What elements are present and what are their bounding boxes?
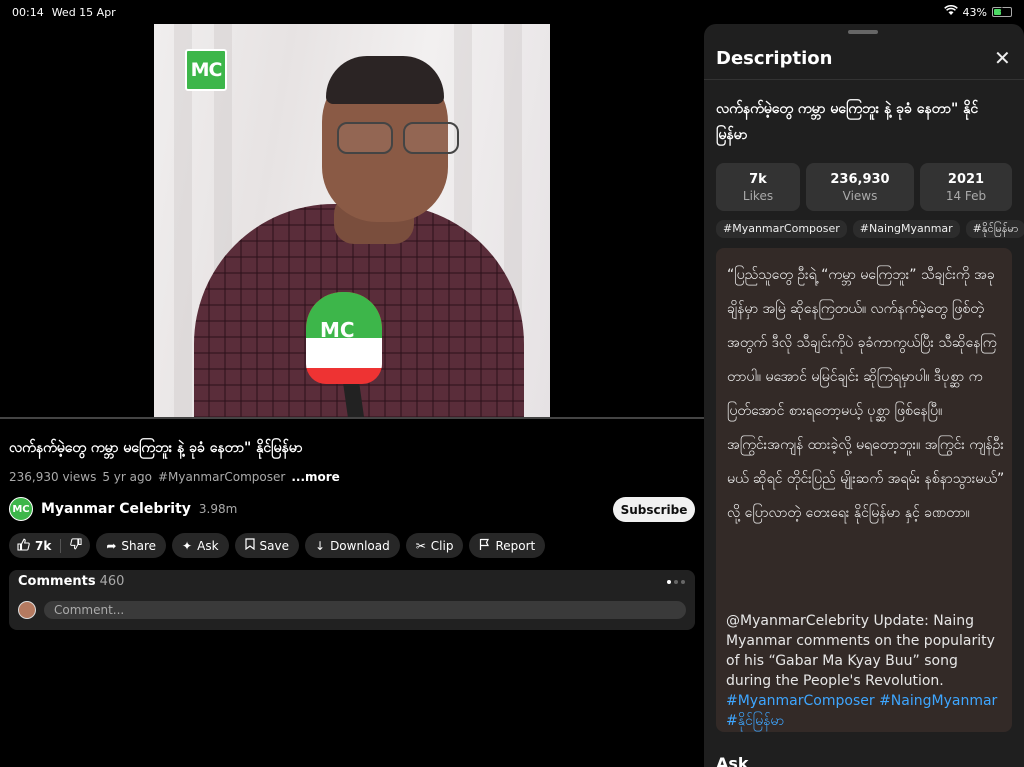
thumbs-down-icon[interactable] [70, 538, 82, 553]
more-button[interactable]: ...more [291, 470, 339, 484]
subscribe-button[interactable]: Subscribe [613, 497, 695, 522]
glasses [337, 122, 467, 156]
share-arrow-icon: ➦ [106, 538, 117, 553]
hashtag-chip[interactable]: #MyanmarComposer [716, 220, 847, 238]
video-title: လက်နက်မဲ့တွေ ကမ္ဘာ မကြေဘူး နဲ့ ခုခံ နေတာ… [9, 440, 303, 456]
description-body: “ပြည်သူတွေ ဦးရဲ့ “ကမ္ဘာ မကြေဘူး” သီချင်း… [716, 248, 1012, 732]
view-count: 236,930 views [9, 470, 97, 484]
clip-button[interactable]: ✂ Clip [405, 533, 464, 558]
panel-video-title: လက်နက်မဲ့တွေ ကမ္ဘာ မကြေဘူး နဲ့ ခုခံ နေတာ… [716, 101, 979, 143]
pagination-dots [667, 580, 685, 584]
save-button[interactable]: Save [234, 533, 299, 558]
hashtag-chip[interactable]: #နိုင်မြန်မာ [965, 220, 1024, 238]
likes-stat: 7k Likes [716, 163, 800, 211]
like-dislike-group: 7k [9, 533, 91, 558]
thumbs-up-icon[interactable] [17, 538, 30, 554]
channel-logo-watermark: MC [185, 49, 227, 91]
channel-avatar[interactable]: MC [9, 497, 33, 521]
video-frame: MC MC [154, 24, 550, 418]
ask-section-heading: Ask [716, 754, 749, 767]
drag-handle[interactable] [848, 30, 878, 34]
description-panel: Description ✕ လက်နက်မဲ့တွေ ကမ္ဘာ မကြေဘူး… [704, 24, 1024, 767]
comment-count: 460 [99, 574, 125, 589]
ask-button[interactable]: ✦ Ask [172, 533, 229, 558]
comment-input[interactable]: Comment... [44, 601, 686, 619]
battery-icon: ⚡ [992, 5, 1012, 17]
report-button[interactable]: Report [469, 533, 546, 558]
flag-icon [479, 538, 490, 553]
stats-row: 7k Likes 236,930 Views 2021 14 Feb [716, 163, 1012, 211]
close-icon[interactable]: ✕ [994, 46, 1011, 70]
wifi-icon [943, 4, 958, 19]
description-english: @MyanmarCelebrity Update: Naing Myanmar … [726, 613, 998, 729]
hashtag-link[interactable]: #MyanmarComposer [158, 470, 285, 484]
download-arrow-icon: ↓ [315, 538, 326, 553]
comments-header: Comments 460 [18, 574, 125, 589]
like-count[interactable]: 7k [35, 539, 51, 553]
subscriber-count: 3.98m [198, 502, 238, 516]
panel-title: Description [716, 48, 833, 69]
video-progress-bar[interactable] [0, 417, 704, 419]
hashtag-link[interactable]: #MyanmarComposer [726, 693, 875, 709]
hashtag-chip[interactable]: #NaingMyanmar [852, 220, 960, 238]
upload-age: 5 yr ago [102, 470, 152, 484]
divider [704, 79, 1024, 80]
channel-name[interactable]: Myanmar Celebrity [41, 501, 191, 517]
user-avatar [18, 601, 36, 619]
battery-percent: 43% [962, 5, 987, 19]
status-bar: 00:14 Wed 15 Apr 43% ⚡ [0, 0, 1024, 22]
hashtag-link[interactable]: #NaingMyanmar [879, 693, 997, 709]
hashtag-link[interactable]: #နိုင်မြန်မာ [726, 713, 784, 729]
microphone: MC [306, 292, 382, 384]
channel-row[interactable]: MC Myanmar Celebrity 3.98m [9, 497, 237, 521]
sparkle-icon: ✦ [182, 538, 193, 553]
download-button[interactable]: ↓ Download [305, 533, 400, 558]
bookmark-icon [244, 538, 255, 553]
video-meta: 236,930 views 5 yr ago #MyanmarComposer … [9, 470, 340, 484]
comments-section[interactable]: Comments 460 Comment... [9, 570, 695, 630]
status-date: Wed 15 Apr [51, 6, 116, 19]
share-button[interactable]: ➦ Share [96, 533, 167, 558]
date-stat: 2021 14 Feb [920, 163, 1012, 211]
action-bar: 7k ➦ Share ✦ Ask Save ↓ Download ✂ Clip … [9, 533, 546, 558]
video-player[interactable]: MC MC [0, 22, 704, 419]
status-time: 00:14 [12, 6, 44, 19]
description-burmese: “ပြည်သူတွေ ဦးရဲ့ “ကမ္ဘာ မကြေဘူး” သီချင်း… [727, 267, 1005, 521]
scissors-icon: ✂ [415, 538, 426, 553]
views-stat: 236,930 Views [806, 163, 914, 211]
hashtag-row: #MyanmarComposer #NaingMyanmar #နိုင်မြန… [716, 220, 1024, 238]
